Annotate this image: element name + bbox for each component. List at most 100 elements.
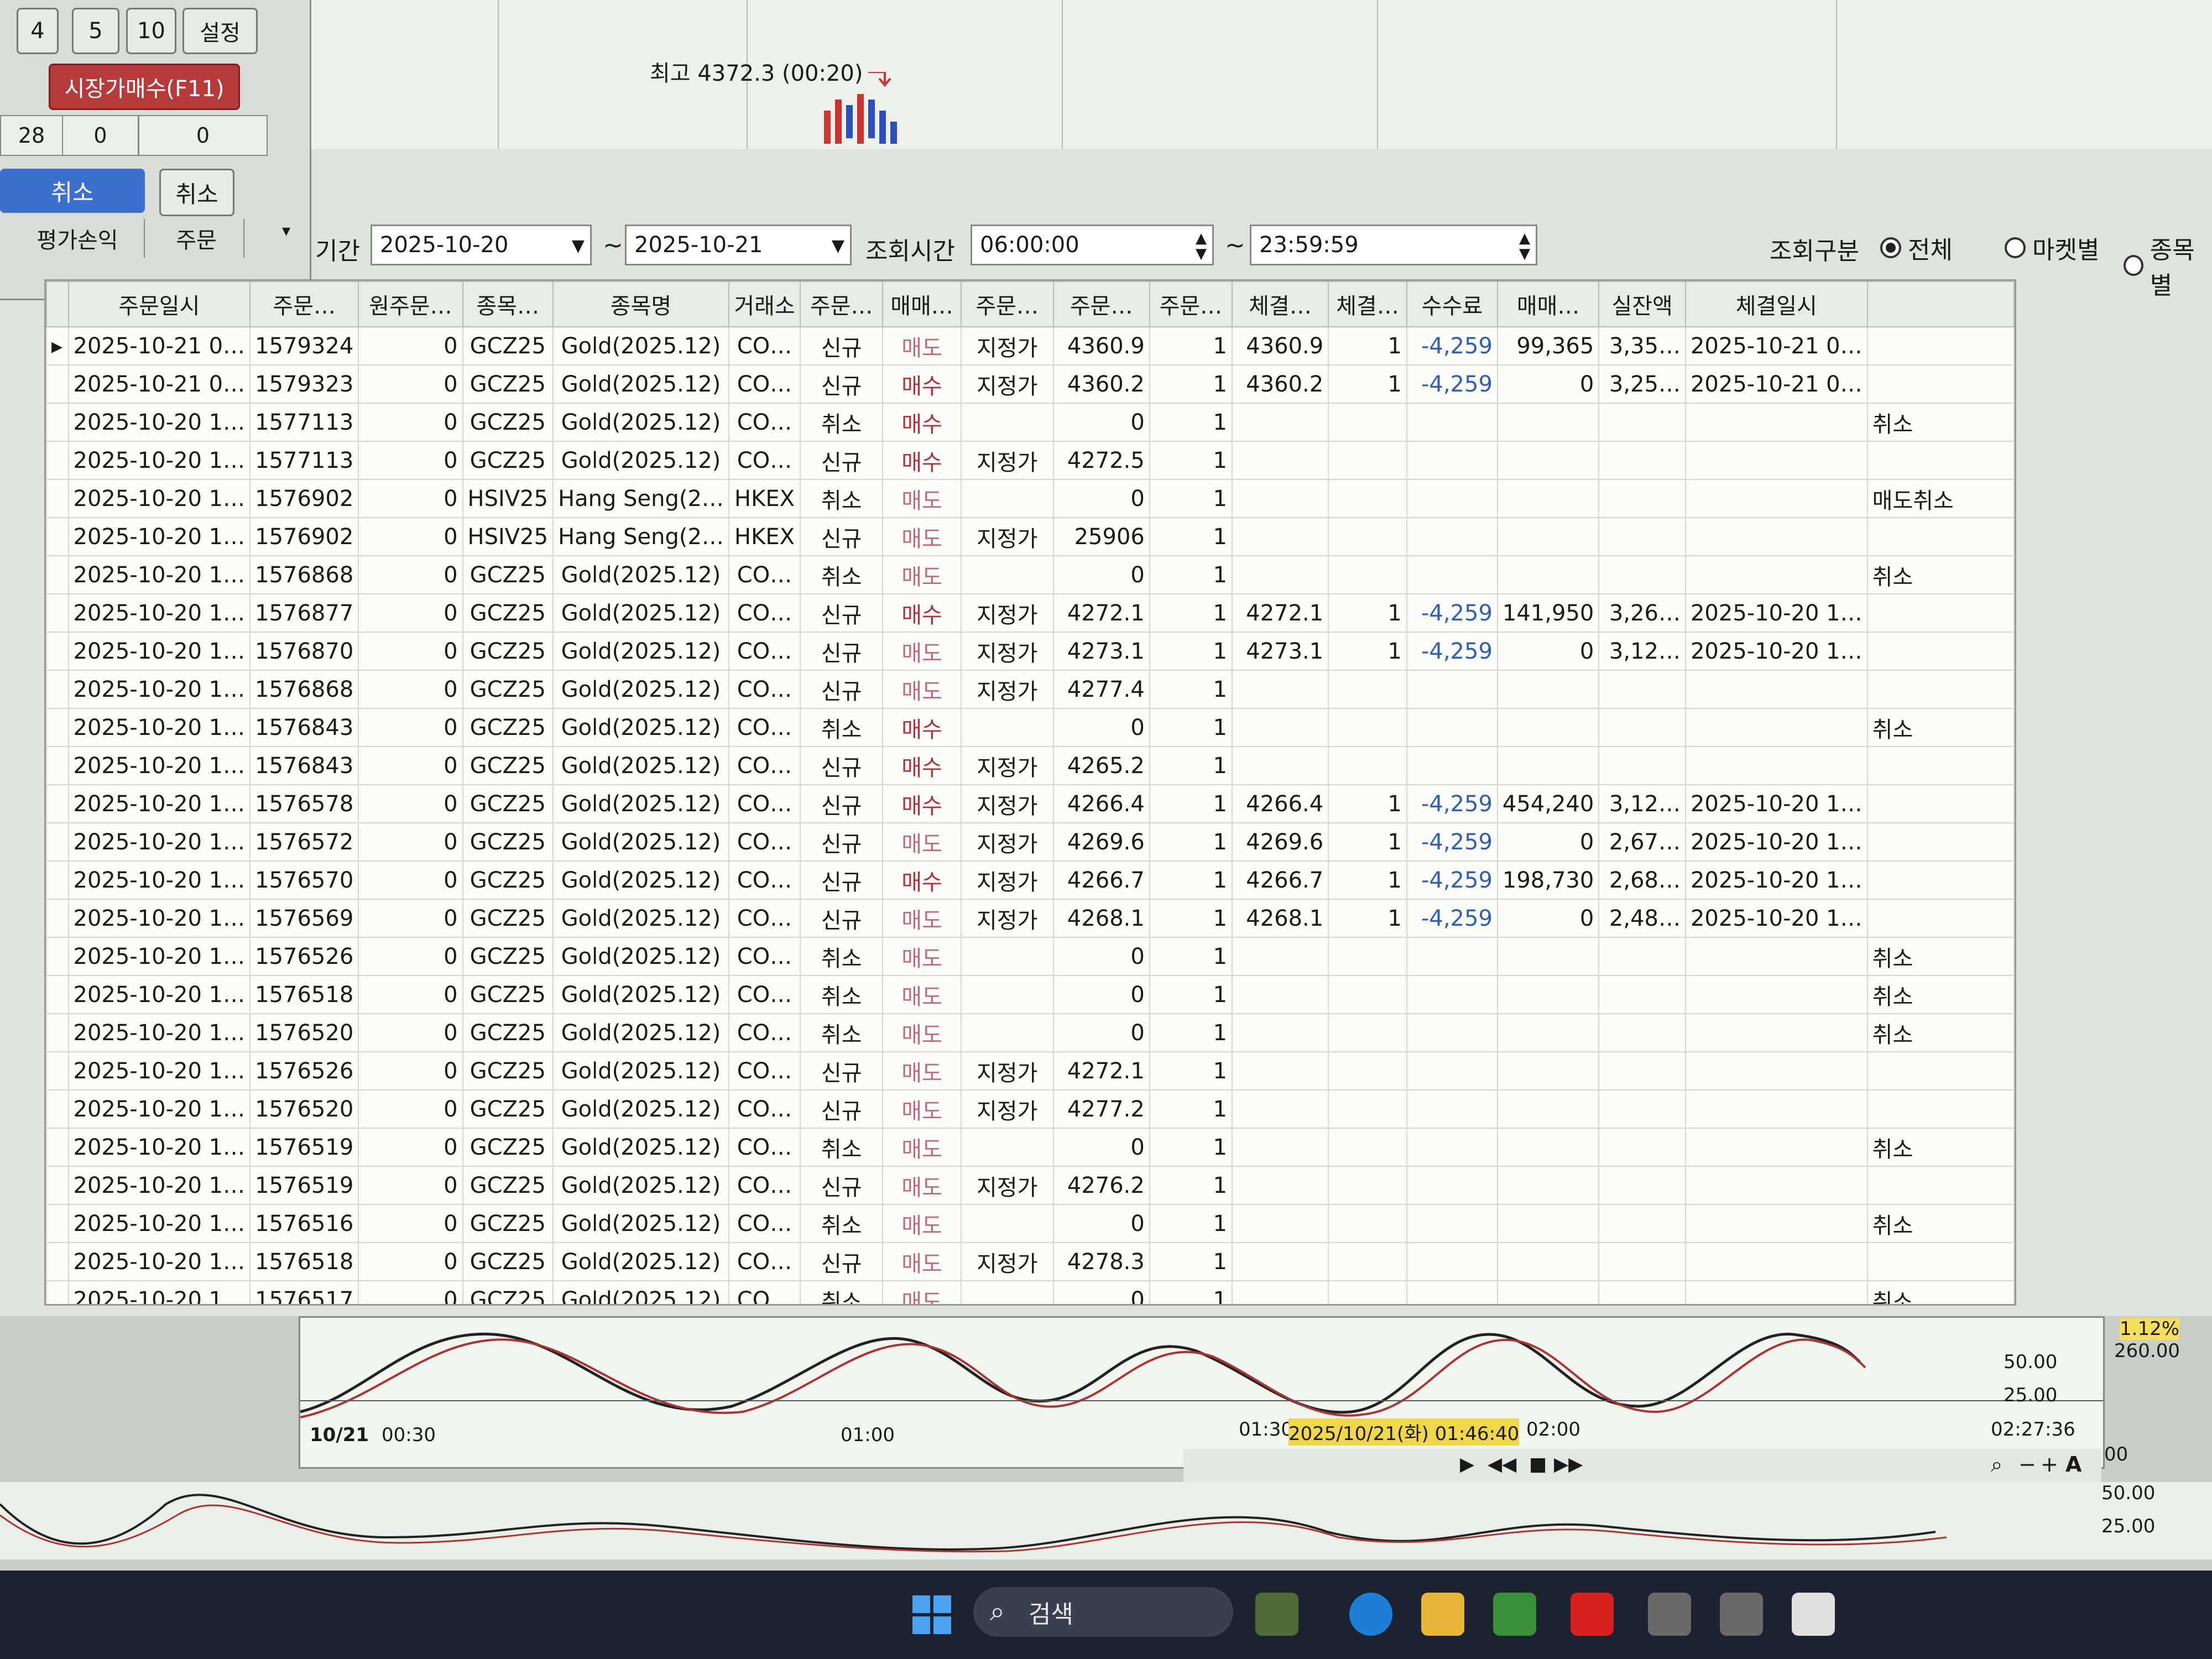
table-row[interactable]: 2025-10-20 1… 1576516 0 GCZ25 Gold(2025.12) C… <box>46 1204 2015 1243</box>
table-row[interactable]: 2025-10-20 1… 1576517 0 GCZ25 Gold(2025.12) C… <box>46 1280 2015 1304</box>
chevron-down-icon[interactable]: ▾ <box>282 221 290 241</box>
order-history-grid[interactable]: 주문일시 주문… 원주문… 종목… 종목명 거래소 주문… 매매… 주문… 주문… 주문… 체결… 체결… <box>44 279 2016 1306</box>
cell-code: GCZ25 <box>462 860 554 900</box>
table-row[interactable]: 2025-10-20 1… 1576520 0 GCZ25 Gold(2025.12) C… <box>46 1013 2015 1052</box>
rewind-icon[interactable]: ◀◀ <box>1488 1453 1516 1475</box>
time-from-field[interactable]: 06:00:00 ▲ ▼ <box>971 225 1214 265</box>
column-header[interactable]: 주문… <box>960 281 1054 327</box>
cell-type: 취소 <box>800 479 884 518</box>
table-row[interactable]: 2025-10-20 1… 1577113 0 GCZ25 Gold(2025.12) C… <box>46 403 2015 442</box>
table-row[interactable]: 2025-10-20 1… 1576572 0 GCZ25 Gold(2025.12) C… <box>46 822 2015 862</box>
table-row[interactable]: 2025-10-20 1… 1576868 0 GCZ25 Gold(2025.12) C… <box>46 670 2015 709</box>
column-header[interactable]: 주문… <box>1052 281 1150 327</box>
file-explorer-icon[interactable] <box>1421 1593 1464 1636</box>
trading-app-icon[interactable] <box>1493 1593 1536 1636</box>
column-header[interactable]: 매매… <box>1496 281 1600 327</box>
radio-all[interactable]: 전체 <box>1880 230 1953 265</box>
cell-price: 4268.1 <box>1052 899 1150 938</box>
qty-button-5[interactable]: 5 <box>72 8 119 54</box>
column-header[interactable]: 체결… <box>1231 281 1329 327</box>
table-row[interactable]: 2025-10-20 1… 1576843 0 GCZ25 Gold(2025.12) C… <box>46 708 2015 747</box>
cell-fprice <box>1231 1051 1329 1091</box>
table-row[interactable]: 2025-10-21 0… 1579323 0 GCZ25 Gold(2025.12) C… <box>46 364 2015 404</box>
row-indicator <box>46 670 69 709</box>
forward-icon[interactable]: ▶▶ <box>1554 1453 1583 1475</box>
market-buy-button[interactable]: 시장가매수(F11) <box>49 64 240 110</box>
app-icon[interactable] <box>1648 1593 1691 1636</box>
widgets-icon[interactable] <box>1255 1593 1298 1636</box>
column-header[interactable]: 원주문… <box>358 281 463 327</box>
lower-oscillator-chart[interactable]: 50.00 25.00 00 <box>0 1443 2212 1559</box>
table-row[interactable]: 2025-10-20 1… 1576519 0 GCZ25 Gold(2025.12) C… <box>46 1128 2015 1167</box>
price-chart-top[interactable]: 최고 4372.3 (00:20) <box>0 0 2212 149</box>
chevron-down-icon[interactable]: ▼ <box>572 236 585 255</box>
high-marker-arrow <box>868 72 891 87</box>
table-row[interactable]: 2025-10-20 1… 1576518 0 GCZ25 Gold(2025.12) C… <box>46 1242 2015 1281</box>
column-header[interactable]: 거래소 <box>728 281 801 327</box>
column-header[interactable]: 매매… <box>882 281 962 327</box>
cell-no: 1576572 <box>249 822 359 862</box>
settings-button[interactable]: 설정 <box>182 8 258 54</box>
tab-orders[interactable]: 주문 <box>149 219 244 258</box>
table-row[interactable]: 2025-10-20 1… 1576843 0 GCZ25 Gold(2025.12) C… <box>46 746 2015 785</box>
qty-button-10[interactable]: 10 <box>126 8 176 54</box>
column-header[interactable]: 종목명 <box>552 281 729 327</box>
column-header[interactable]: 실잔액 <box>1598 281 1686 327</box>
date-from-field[interactable]: 2025-10-20 ▼ <box>371 225 592 265</box>
column-header[interactable]: 종목… <box>462 281 554 327</box>
table-row[interactable]: 2025-10-20 1… 1576870 0 GCZ25 Gold(2025.12) C… <box>46 632 2015 671</box>
play-icon[interactable]: ▶ <box>1460 1453 1474 1475</box>
table-row[interactable]: 2025-10-20 1… 1576578 0 GCZ25 Gold(2025.12) C… <box>46 784 2015 823</box>
spinner-icon[interactable]: ▲ ▼ <box>1196 231 1207 262</box>
table-row[interactable]: 2025-10-20 1… 1576569 0 GCZ25 Gold(2025.12) C… <box>46 899 2015 938</box>
candle <box>868 100 875 138</box>
cell-status <box>1866 326 2015 366</box>
table-row[interactable]: 2025-10-20 1… 1576520 0 GCZ25 Gold(2025.12) C… <box>46 1089 2015 1129</box>
qty-cell: 28 <box>0 115 63 156</box>
table-row[interactable]: 2025-10-20 1… 1576570 0 GCZ25 Gold(2025.12) C… <box>46 860 2015 900</box>
search-icon[interactable]: ⌕ <box>1991 1452 2002 1477</box>
column-header[interactable]: 주문… <box>1149 281 1233 327</box>
zoom-in-icon[interactable]: + <box>2041 1452 2058 1477</box>
table-row[interactable]: 2025-10-20 1… 1576526 0 GCZ25 Gold(2025.12) C… <box>46 937 2015 976</box>
tab-valuation-pnl[interactable]: 평가손익 <box>11 219 145 258</box>
column-header[interactable]: 주문… <box>800 281 884 327</box>
table-row[interactable]: 2025-10-20 1… 1577113 0 GCZ25 Gold(2025.12) C… <box>46 441 2015 480</box>
radio-by-market[interactable]: 마켓별 <box>2005 230 2099 265</box>
cell-fprice <box>1231 937 1329 976</box>
column-header[interactable]: 주문일시 <box>67 281 251 327</box>
time-to-field[interactable]: 23:59:59 ▲ ▼ <box>1250 225 1537 265</box>
table-row[interactable]: ▸ 2025-10-21 0… 1579324 0 GCZ25 Gold(2025.12)… <box>46 326 2015 366</box>
table-row[interactable]: 2025-10-20 1… 1576868 0 GCZ25 Gold(2025.12) C… <box>46 555 2015 594</box>
table-row[interactable]: 2025-10-20 1… 1576526 0 GCZ25 Gold(2025.12) C… <box>46 1051 2015 1091</box>
cell-qty: 1 <box>1149 479 1233 518</box>
cancel-button[interactable]: 취소 <box>159 169 234 216</box>
stop-icon[interactable]: ■ <box>1529 1453 1547 1475</box>
cell-orig: 0 <box>358 1013 463 1052</box>
youtube-icon[interactable] <box>1571 1593 1614 1636</box>
chevron-down-icon[interactable]: ▼ <box>832 236 844 255</box>
cell-dt: 2025-10-20 1… <box>67 632 251 671</box>
radio-by-symbol[interactable]: 종목별 <box>2124 230 2212 301</box>
edge-browser-icon[interactable] <box>1349 1593 1392 1636</box>
row-indicator <box>46 1242 69 1281</box>
column-header[interactable]: 수수료 <box>1406 281 1498 327</box>
g-app-icon[interactable] <box>1792 1593 1835 1636</box>
table-row[interactable]: 2025-10-20 1… 1576902 0 HSIV25 Hang Seng(2… H… <box>46 479 2015 518</box>
table-row[interactable]: 2025-10-20 1… 1576902 0 HSIV25 Hang Seng(2… H… <box>46 517 2015 556</box>
windows-start-icon[interactable] <box>912 1595 951 1634</box>
qty-button-4[interactable]: 4 <box>17 8 59 54</box>
zoom-out-icon[interactable]: − <box>2018 1452 2036 1477</box>
app-icon[interactable] <box>1720 1593 1763 1636</box>
column-header[interactable]: 체결일시 <box>1684 281 1868 327</box>
column-header[interactable]: 체결… <box>1328 281 1407 327</box>
table-row[interactable]: 2025-10-20 1… 1576518 0 GCZ25 Gold(2025.12) C… <box>46 975 2015 1014</box>
table-row[interactable]: 2025-10-20 1… 1576519 0 GCZ25 Gold(2025.12) C… <box>46 1166 2015 1205</box>
spinner-icon[interactable]: ▲ ▼ <box>1519 231 1530 262</box>
column-header[interactable]: 주문… <box>249 281 359 327</box>
date-to-field[interactable]: 2025-10-21 ▼ <box>625 225 852 265</box>
cancel-all-button[interactable]: 취소 <box>0 169 145 213</box>
taskbar-search[interactable]: ⌕ 검색 <box>973 1587 1233 1637</box>
table-row[interactable]: 2025-10-20 1… 1576877 0 GCZ25 Gold(2025.12) C… <box>46 593 2015 633</box>
auto-scale-icon[interactable]: A <box>2065 1452 2081 1477</box>
